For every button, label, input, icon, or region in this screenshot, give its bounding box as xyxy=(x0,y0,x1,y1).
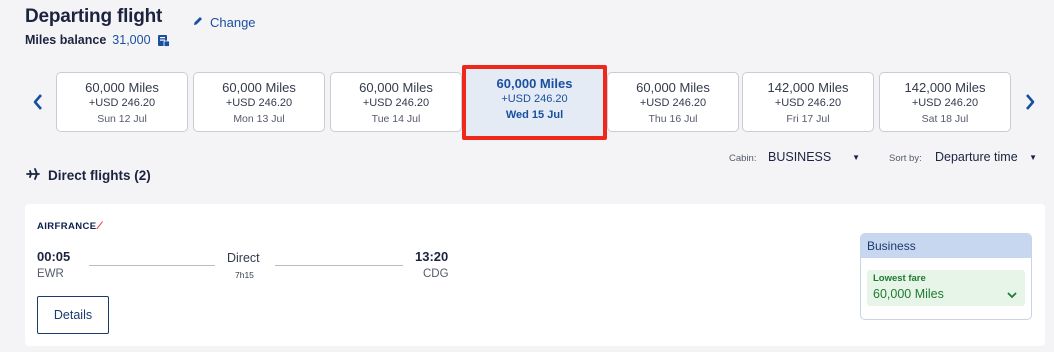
miles-balance-value: 31,000 xyxy=(112,33,151,47)
date-card-miles: 142,000 Miles xyxy=(767,80,849,95)
airline-logo: AIRFRANCE ⁄ xyxy=(37,220,101,232)
date-card-wed-15-jul-selected[interactable]: 60,000 Miles +USD 246.20 Wed 15 Jul xyxy=(462,65,607,140)
route-line-divider xyxy=(275,265,403,266)
fare-cabin-header: Business xyxy=(861,234,1031,258)
date-card-usd: +USD 246.20 xyxy=(225,97,293,109)
date-card-usd: +USD 246.20 xyxy=(501,93,568,105)
miles-balance: Miles balance 31,000 xyxy=(25,33,170,47)
date-card-miles: 60,000 Miles xyxy=(359,80,433,95)
date-card-day: Sat 18 Jul xyxy=(921,113,969,125)
details-button[interactable]: Details xyxy=(37,296,109,334)
fare-option: Business Lowest fare 60,000 Miles xyxy=(860,233,1032,320)
direct-flights-heading: Direct flights (2) xyxy=(26,168,151,183)
date-card-usd: +USD 246.20 xyxy=(362,97,430,109)
date-card-sat-18-jul[interactable]: 142,000 Miles +USD 246.20 Sat 18 Jul xyxy=(879,72,1011,132)
date-card-day: Wed 15 Jul xyxy=(505,109,564,121)
date-card-tue-14-jul[interactable]: 60,000 Miles +USD 246.20 Tue 14 Jul xyxy=(330,72,462,132)
date-card-usd: +USD 246.20 xyxy=(774,97,842,109)
date-card-usd: +USD 246.20 xyxy=(639,97,707,109)
previous-dates-button[interactable] xyxy=(26,88,50,116)
arrival-airport: CDG xyxy=(423,268,449,280)
airline-name: AIRFRANCE xyxy=(37,220,97,232)
cabin-value: BUSINESS xyxy=(768,150,832,164)
fare-miles: 60,000 Miles xyxy=(873,287,944,301)
date-card-thu-16-jul[interactable]: 60,000 Miles +USD 246.20 Thu 16 Jul xyxy=(607,72,739,132)
stops-label: Direct xyxy=(227,251,260,265)
date-card-mon-13-jul[interactable]: 60,000 Miles +USD 246.20 Mon 13 Jul xyxy=(193,72,325,132)
page-title: Departing flight xyxy=(25,6,163,27)
caret-down-icon: ▼ xyxy=(1029,152,1037,162)
date-card-fri-17-jul[interactable]: 142,000 Miles +USD 246.20 Fri 17 Jul xyxy=(742,72,874,132)
arrival-time: 13:20 xyxy=(415,249,449,264)
change-link[interactable]: Change xyxy=(192,15,256,30)
date-card-day: Tue 14 Jul xyxy=(371,113,421,125)
page-header: Departing flight Miles balance 31,000 xyxy=(25,6,170,47)
fare-tag: Lowest fare xyxy=(873,273,926,284)
date-card-day: Thu 16 Jul xyxy=(648,113,698,125)
date-card-miles: 60,000 Miles xyxy=(636,80,710,95)
cabin-label: Cabin: xyxy=(729,153,757,164)
flight-card: AIRFRANCE ⁄ 00:05 EWR Direct 7h15 13:20 … xyxy=(25,204,1045,346)
date-card-day: Sun 12 Jul xyxy=(97,113,147,125)
chevron-down-icon xyxy=(1007,286,1017,304)
sort-dropdown[interactable]: Departure time ▼ xyxy=(935,150,1037,164)
sort-label: Sort by: xyxy=(889,153,922,164)
departure-airport: EWR xyxy=(37,268,64,280)
direct-flights-label: Direct flights (2) xyxy=(48,168,151,183)
date-card-miles: 60,000 Miles xyxy=(85,80,159,95)
date-card-day: Fri 17 Jul xyxy=(786,113,830,125)
route-line-divider xyxy=(89,265,215,266)
date-card-usd: +USD 246.20 xyxy=(88,97,156,109)
next-dates-button[interactable] xyxy=(1018,88,1042,116)
change-label: Change xyxy=(210,15,256,30)
date-card-miles: 60,000 Miles xyxy=(222,80,296,95)
wallet-icon xyxy=(157,34,170,47)
date-card-miles: 60,000 Miles xyxy=(496,76,573,91)
caret-down-icon: ▼ xyxy=(852,152,860,162)
airline-logo-mark-icon: ⁄ xyxy=(98,220,101,232)
departure-time: 00:05 xyxy=(37,249,71,264)
chevron-left-icon xyxy=(33,94,42,110)
airplane-icon xyxy=(26,168,40,183)
date-card-day: Mon 13 Jul xyxy=(233,113,285,125)
sort-value: Departure time xyxy=(935,150,1018,164)
date-card-usd: +USD 246.20 xyxy=(911,97,979,109)
miles-balance-label: Miles balance xyxy=(25,33,107,47)
lowest-fare-button[interactable]: Lowest fare 60,000 Miles xyxy=(867,270,1025,306)
date-card-sun-12-jul[interactable]: 60,000 Miles +USD 246.20 Sun 12 Jul xyxy=(56,72,188,132)
cabin-dropdown[interactable]: BUSINESS ▼ xyxy=(768,150,860,164)
flight-duration: 7h15 xyxy=(235,270,254,280)
date-selector: 60,000 Miles +USD 246.20 Sun 12 Jul 60,0… xyxy=(0,65,1054,140)
date-card-miles: 142,000 Miles xyxy=(904,80,986,95)
pencil-icon xyxy=(192,15,204,30)
chevron-right-icon xyxy=(1026,94,1035,110)
